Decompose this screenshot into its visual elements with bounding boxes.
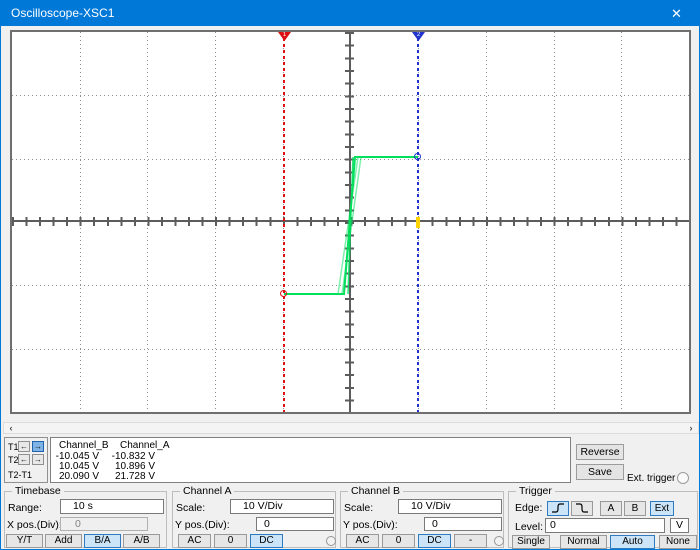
channel-b-title: Channel B	[348, 485, 403, 497]
t2-label: T2	[8, 455, 19, 465]
measurement-readout: Channel_B Channel_A -10.045 V -10.832 V …	[50, 437, 571, 483]
channel-a-group: Channel A Scale: 10 V/Div Y pos.(Div): 0…	[172, 491, 336, 548]
t2-t1-label: T2-T1	[8, 470, 32, 480]
ba-mode-button[interactable]: B/A	[84, 534, 121, 548]
save-button[interactable]: Save	[576, 464, 624, 480]
title-bar[interactable]: Oscilloscope-XSC1 ✕	[1, 1, 699, 26]
t2-t1-channel-a-value: 21.728 V	[109, 471, 155, 482]
falling-edge-icon	[574, 502, 590, 514]
trigger-source-ext-button[interactable]: Ext	[650, 501, 674, 516]
channel-b-ac-button[interactable]: AC	[346, 534, 379, 548]
trigger-single-button[interactable]: Single	[512, 535, 550, 549]
ext-trigger-led	[677, 472, 689, 484]
edge-label: Edge:	[515, 502, 542, 514]
channel-b-minus-button[interactable]: -	[454, 534, 487, 548]
t2-right-button[interactable]: →	[32, 454, 44, 465]
channel-b-dc-button[interactable]: DC	[418, 534, 451, 548]
timebase-group: Timebase Range: 10 s X pos.(Div): 0 Y/T …	[4, 491, 167, 548]
range-input[interactable]: 10 s	[60, 499, 164, 514]
level-label: Level:	[515, 521, 543, 533]
rising-edge-icon	[550, 502, 566, 514]
t2-t1-channel-b-value: 20.090 V	[53, 471, 99, 482]
channel-b-ypos-label: Y pos.(Div):	[343, 519, 398, 531]
t2-left-button[interactable]: ←	[18, 454, 30, 465]
ext-trigger-label: Ext. trigger	[627, 473, 675, 484]
channel-a-led	[326, 536, 336, 546]
channel-a-ac-button[interactable]: AC	[178, 534, 211, 548]
window-title: Oscilloscope-XSC1	[11, 1, 114, 26]
ab-mode-button[interactable]: A/B	[123, 534, 160, 548]
channel-b-scale-label: Scale:	[344, 502, 373, 514]
scope-grid[interactable]: 12	[12, 32, 689, 412]
trigger-source-b-button[interactable]: B	[624, 501, 646, 516]
reverse-button[interactable]: Reverse	[576, 444, 624, 460]
channel-a-scale-input[interactable]: 10 V/Div	[230, 499, 334, 514]
trigger-none-button[interactable]: None	[659, 535, 697, 549]
scroll-right-icon[interactable]: ›	[684, 423, 698, 433]
scope-display: 12	[10, 30, 691, 414]
channel-b-ypos-input[interactable]: 0	[424, 517, 502, 531]
level-unit: V	[670, 518, 689, 533]
timebase-title: Timebase	[12, 485, 64, 497]
trigger-source-a-button[interactable]: A	[600, 501, 622, 516]
channel-a-scale-label: Scale:	[176, 502, 205, 514]
close-icon[interactable]: ✕	[654, 1, 699, 26]
t1-label: T1	[8, 442, 19, 452]
channel-b-led	[494, 536, 504, 546]
rising-edge-button[interactable]	[547, 501, 569, 516]
trigger-normal-button[interactable]: Normal	[560, 535, 607, 549]
channel-a-dc-button[interactable]: DC	[250, 534, 283, 548]
trace-endpoint-marker	[280, 290, 287, 297]
trace-plot	[12, 32, 689, 412]
scroll-left-icon[interactable]: ‹	[4, 423, 18, 433]
range-label: Range:	[8, 502, 42, 514]
channel-a-title: Channel A	[180, 485, 234, 497]
falling-edge-button[interactable]	[571, 501, 593, 516]
channel-b-group: Channel B Scale: 10 V/Div Y pos.(Div): 0…	[340, 491, 504, 548]
level-input[interactable]: 0	[545, 518, 665, 533]
trigger-title: Trigger	[516, 485, 555, 497]
trace-endpoint-marker	[414, 153, 421, 160]
channel-a-ypos-label: Y pos.(Div):	[175, 519, 230, 531]
channel-a-zero-button[interactable]: 0	[214, 534, 247, 548]
channel-b-header: Channel_B	[59, 440, 108, 451]
xpos-label: X pos.(Div):	[7, 519, 62, 531]
t1-left-button[interactable]: ←	[18, 441, 30, 452]
cursor-panel: T1 ← → T2 ← → T2-T1	[4, 437, 48, 483]
channel-b-zero-button[interactable]: 0	[382, 534, 415, 548]
channel-a-header: Channel_A	[120, 440, 169, 451]
add-mode-button[interactable]: Add	[45, 534, 82, 548]
xpos-input[interactable]: 0	[60, 517, 148, 531]
horizontal-scrollbar[interactable]: ‹ ›	[3, 422, 699, 434]
trigger-auto-button[interactable]: Auto	[610, 535, 655, 549]
channel-b-scale-input[interactable]: 10 V/Div	[398, 499, 502, 514]
t1-right-button[interactable]: →	[32, 441, 44, 452]
yt-mode-button[interactable]: Y/T	[6, 534, 43, 548]
axis-crossing-marker	[416, 217, 420, 228]
cursor-1-line[interactable]	[283, 32, 285, 412]
trigger-group: Trigger Edge: A B Ext Level: 0 V Single …	[508, 491, 698, 548]
oscilloscope-window: Oscilloscope-XSC1 ✕ 12 ‹ ›	[0, 0, 700, 550]
channel-a-ypos-input[interactable]: 0	[256, 517, 334, 531]
